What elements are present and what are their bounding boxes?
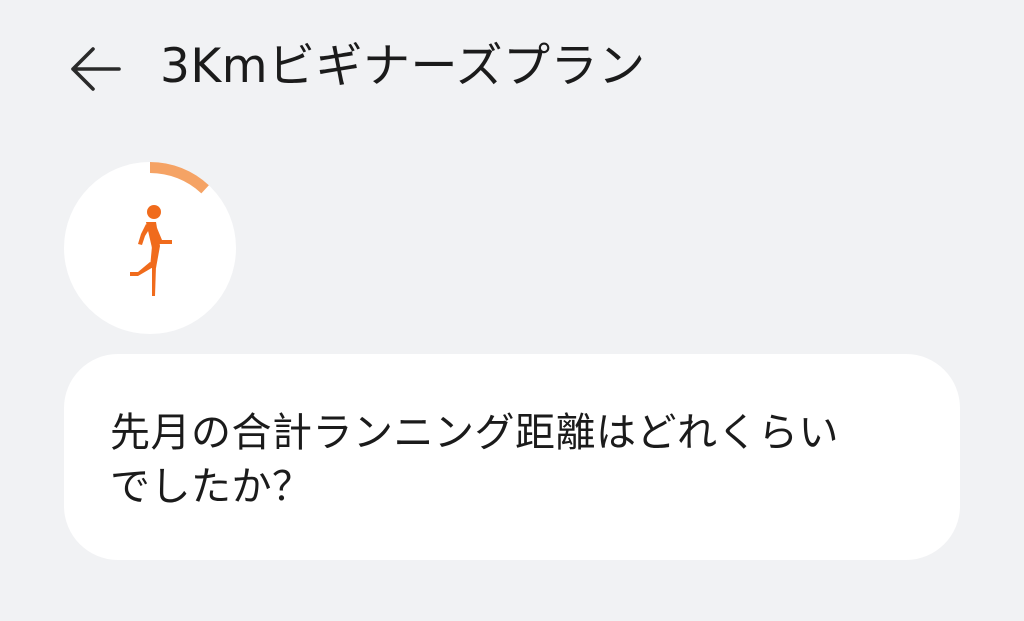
runner-icon	[130, 205, 172, 296]
arrow-left-icon	[71, 47, 121, 91]
coach-message-bubble: 先月の合計ランニング距離はどれくらいでしたか？	[64, 354, 960, 560]
progress-arc	[149, 162, 209, 194]
coach-question-text: 先月の合計ランニング距離はどれくらいでしたか？	[110, 410, 839, 510]
header-bar: 3Kmビギナーズプラン	[0, 0, 1024, 140]
page-title: 3Kmビギナーズプラン	[160, 39, 646, 94]
coach-avatar	[64, 162, 236, 334]
back-button[interactable]	[62, 38, 128, 100]
